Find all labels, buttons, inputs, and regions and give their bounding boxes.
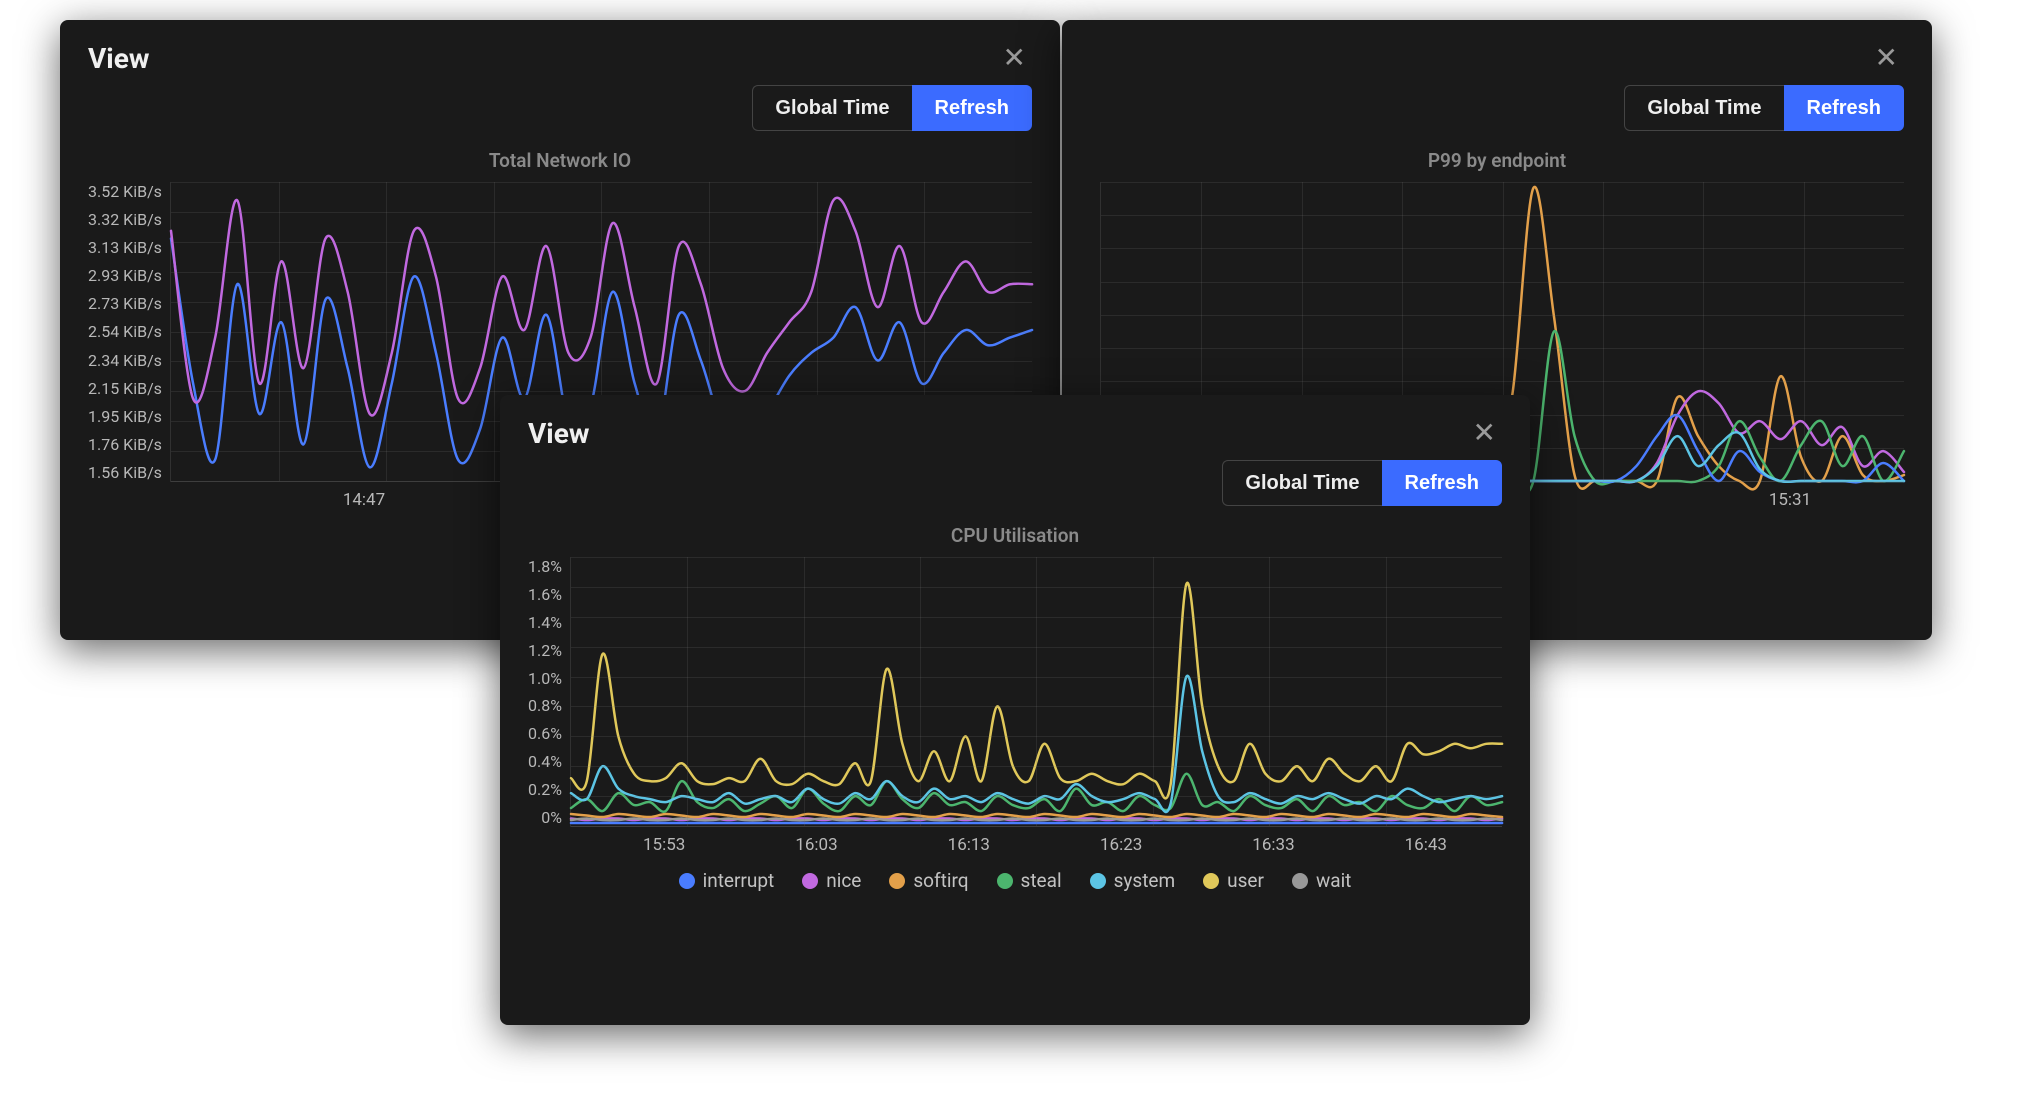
refresh-button[interactable]: Refresh bbox=[1784, 85, 1904, 131]
y-tick-label: 3.32 KiB/s bbox=[88, 210, 162, 229]
x-tick-label: 15:53 bbox=[588, 835, 740, 855]
y-tick-label: 1.56 KiB/s bbox=[88, 463, 162, 482]
panel-cpu-utilisation: View ✕ Global Time Refresh CPU Utilisati… bbox=[500, 395, 1530, 1025]
y-tick-label: 1.76 KiB/s bbox=[88, 435, 162, 454]
legend-item-system[interactable]: system bbox=[1090, 869, 1176, 892]
x-tick-label: 16:13 bbox=[893, 835, 1045, 855]
legend-item-nice[interactable]: nice bbox=[802, 869, 861, 892]
legend-item-steal[interactable]: steal bbox=[997, 869, 1062, 892]
y-tick-label: 1.2% bbox=[528, 641, 562, 660]
y-tick-label: 2.73 KiB/s bbox=[88, 294, 162, 313]
legend-dot-icon bbox=[802, 873, 818, 889]
legend-item-interrupt[interactable]: interrupt bbox=[679, 869, 775, 892]
chart-title: CPU Utilisation bbox=[528, 524, 1502, 547]
view-title: View bbox=[88, 42, 149, 75]
legend-label: softirq bbox=[913, 869, 968, 892]
plot-area bbox=[570, 557, 1502, 827]
global-time-button[interactable]: Global Time bbox=[1222, 460, 1381, 506]
y-tick-label: 2.34 KiB/s bbox=[88, 351, 162, 370]
legend-label: steal bbox=[1021, 869, 1062, 892]
x-axis: 15:5316:0316:1316:2316:3316:43 bbox=[528, 835, 1502, 855]
y-tick-label: 2.93 KiB/s bbox=[88, 266, 162, 285]
chart-title: P99 by endpoint bbox=[1090, 149, 1904, 172]
refresh-button[interactable]: Refresh bbox=[912, 85, 1032, 131]
close-icon[interactable]: ✕ bbox=[1869, 42, 1904, 74]
legend-dot-icon bbox=[1090, 873, 1106, 889]
legend-label: interrupt bbox=[703, 869, 775, 892]
chart-title: Total Network IO bbox=[88, 149, 1032, 172]
legend-item-wait[interactable]: wait bbox=[1292, 869, 1351, 892]
legend: interrupt nice softirq steal system user wait bbox=[528, 869, 1502, 892]
y-tick-label: 1.8% bbox=[528, 557, 562, 576]
legend-label: wait bbox=[1316, 869, 1351, 892]
y-tick-label: 1.95 KiB/s bbox=[88, 407, 162, 426]
y-tick-label: 0.8% bbox=[528, 696, 562, 715]
legend-item-softirq[interactable]: softirq bbox=[889, 869, 968, 892]
legend-label: user bbox=[1227, 869, 1264, 892]
y-tick-label: 0.4% bbox=[528, 752, 562, 771]
legend-label: nice bbox=[826, 869, 861, 892]
legend-dot-icon bbox=[997, 873, 1013, 889]
x-tick-label: 16:33 bbox=[1197, 835, 1349, 855]
legend-dot-icon bbox=[1203, 873, 1219, 889]
global-time-button[interactable]: Global Time bbox=[1624, 85, 1783, 131]
legend-dot-icon bbox=[889, 873, 905, 889]
legend-dot-icon bbox=[679, 873, 695, 889]
x-tick-label: 15:31 bbox=[1676, 490, 1904, 510]
y-tick-label: 2.54 KiB/s bbox=[88, 322, 162, 341]
view-title: View bbox=[528, 417, 589, 450]
refresh-button[interactable]: Refresh bbox=[1382, 460, 1502, 506]
close-icon[interactable]: ✕ bbox=[1467, 417, 1502, 449]
legend-label: system bbox=[1114, 869, 1176, 892]
y-tick-label: 1.0% bbox=[528, 669, 562, 688]
legend-dot-icon bbox=[1292, 873, 1308, 889]
y-axis: 3.52 KiB/s 3.32 KiB/s 3.13 KiB/s 2.93 KiB/s… bbox=[88, 182, 170, 482]
global-time-button[interactable]: Global Time bbox=[752, 85, 911, 131]
y-tick-label: 3.52 KiB/s bbox=[88, 182, 162, 201]
x-tick-label: 16:43 bbox=[1350, 835, 1502, 855]
y-tick-label: 0% bbox=[541, 808, 562, 827]
y-tick-label: 1.6% bbox=[528, 585, 562, 604]
y-tick-label: 3.13 KiB/s bbox=[88, 238, 162, 257]
x-tick-label: 14:47 bbox=[198, 490, 530, 510]
legend-item-user[interactable]: user bbox=[1203, 869, 1264, 892]
y-tick-label: 2.15 KiB/s bbox=[88, 379, 162, 398]
x-tick-label: 16:23 bbox=[1045, 835, 1197, 855]
y-axis: 1.8% 1.6% 1.4% 1.2% 1.0% 0.8% 0.6% 0.4% 0.2% 0% bbox=[528, 557, 570, 827]
y-tick-label: 0.6% bbox=[528, 724, 562, 743]
x-tick-label: 16:03 bbox=[740, 835, 892, 855]
y-tick-label: 0.2% bbox=[528, 780, 562, 799]
close-icon[interactable]: ✕ bbox=[997, 42, 1032, 74]
y-tick-label: 1.4% bbox=[528, 613, 562, 632]
